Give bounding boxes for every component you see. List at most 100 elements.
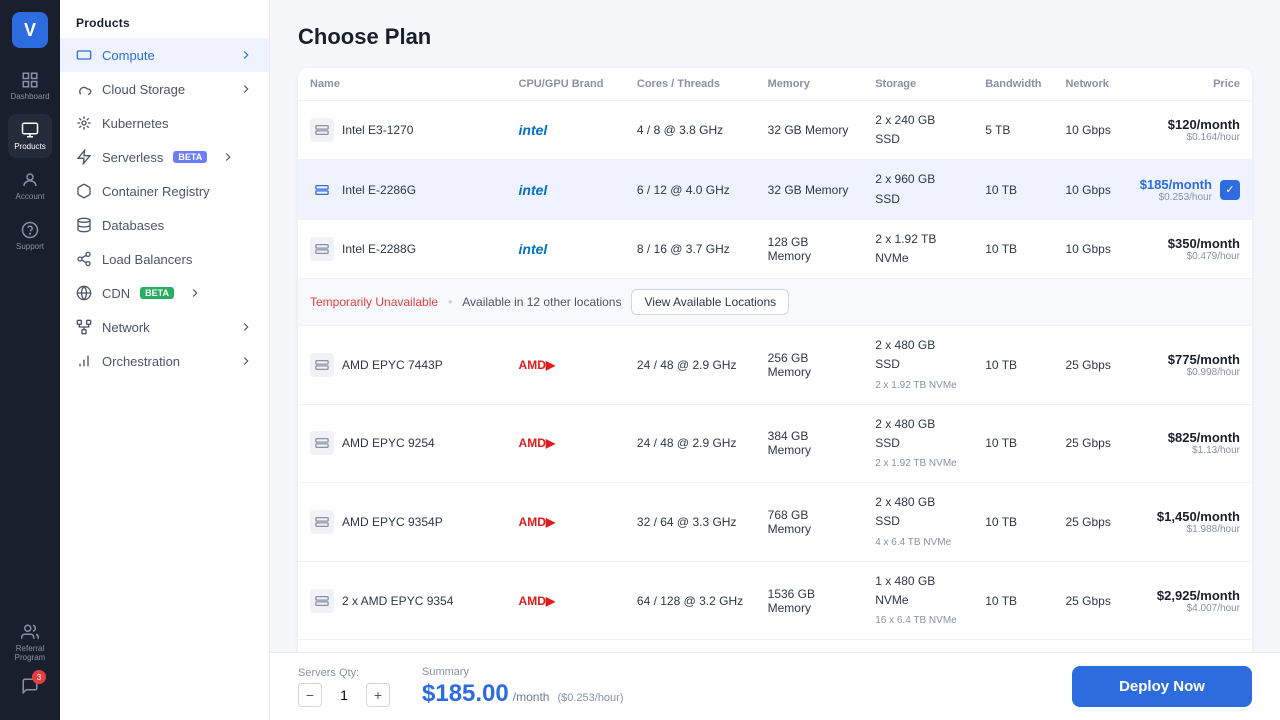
brand-logo: AMD▶ [519,358,556,372]
table-row[interactable]: AMD EPYC 9354P AMD▶ 32 / 64 @ 3.3 GHz 76… [298,483,1252,562]
price-cell: $350/month $0.479/hour [1128,219,1252,278]
sidebar-item-serverless[interactable]: Serverless BETA [60,140,269,174]
table-row[interactable]: Intel E-2288G intel 8 / 16 @ 3.7 GHz 128… [298,219,1252,278]
sidebar-item-cdn[interactable]: CDN BETA [60,276,269,310]
serverless-label: Serverless [102,150,163,165]
brand-logo: intel [519,122,548,138]
cdn-label: CDN [102,286,130,301]
nav-sidebar: Products Compute Cloud Storage Kubernete… [60,0,270,720]
memory-cell: 384 GB Memory [756,404,864,483]
brand-logo: intel [519,241,548,257]
cores-cell: 4 / 8 @ 3.8 GHz [625,101,756,160]
bandwidth-cell: 10 TB [973,219,1053,278]
sidebar-icon-products[interactable]: Products [8,114,52,158]
col-price: Price [1128,68,1252,101]
sidebar-item-databases[interactable]: Databases [60,208,269,242]
sidebar-item-container-registry[interactable]: Container Registry [60,174,269,208]
main-content: Choose Plan Name CPU/GPU Brand Cores / T… [270,0,1280,720]
sidebar-item-compute[interactable]: Compute [60,38,269,72]
sidebar-icon-chat[interactable]: 3 [8,664,52,708]
cdn-chevron [188,286,202,300]
col-brand: CPU/GPU Brand [507,68,625,101]
icon-sidebar: V Dashboard Products Account Support Ref… [0,0,60,720]
table-row[interactable]: 2 x AMD EPYC 9354 AMD▶ 64 / 128 @ 3.2 GH… [298,561,1252,640]
network-cell: 10 Gbps [1053,160,1127,219]
price-cell: $1,450/month $1.988/hour [1128,483,1252,562]
summary-label: Summary [422,666,624,678]
deploy-now-button[interactable]: Deploy Now [1072,666,1252,707]
cloud-storage-chevron [239,82,253,96]
col-network: Network [1053,68,1127,101]
table-row[interactable]: AMD EPYC 9254 AMD▶ 24 / 48 @ 2.9 GHz 384… [298,404,1252,483]
table-row[interactable]: Intel E3-1270 intel 4 / 8 @ 3.8 GHz 32 G… [298,101,1252,160]
chat-badge: 3 [32,670,46,684]
col-cores: Cores / Threads [625,68,756,101]
brand-logo: intel [519,182,548,198]
storage-cell: 2 x 480 GB SSD2 x 1.92 TB NVMe [863,404,973,483]
server-icon [310,353,334,377]
price-cell: $120/month $0.164/hour [1128,101,1252,160]
server-icon [310,510,334,534]
sidebar-item-orchestration[interactable]: Orchestration [60,344,269,378]
plan-name: AMD EPYC 9354P [342,515,443,529]
network-cell: 25 Gbps [1053,404,1127,483]
storage-cell: 2 x 960 GB SSD [863,160,973,219]
sidebar-icon-support[interactable]: Support [8,214,52,258]
servers-qty-label: Servers Qty: [298,667,390,679]
server-icon [310,237,334,261]
sidebar-item-cloud-storage[interactable]: Cloud Storage [60,72,269,106]
storage-cell: 2 x 240 GB SSD [863,101,973,160]
unavailable-row: Temporarily Unavailable • Available in 1… [298,279,1252,326]
storage-cell: 2 x 1.92 TB NVMe [863,219,973,278]
brand-logo: AMD▶ [519,594,556,608]
table-row[interactable]: AMD EPYC 7443P AMD▶ 24 / 48 @ 2.9 GHz 25… [298,326,1252,405]
bandwidth-cell: 5 TB [973,101,1053,160]
server-icon [310,589,334,613]
bandwidth-cell: 10 TB [973,561,1053,640]
network-cell: 25 Gbps [1053,561,1127,640]
brand-logo: AMD▶ [519,515,556,529]
sidebar-icon-referral[interactable]: Referral Program [8,620,52,664]
price-period: /month [513,690,550,704]
price-big: $185.00 [422,680,509,708]
servers-qty-section: Servers Qty: − 1 + [298,667,390,707]
cores-cell: 8 / 16 @ 3.7 GHz [625,219,756,278]
sidebar-icon-dashboard[interactable]: Dashboard [8,64,52,108]
price-display: $185.00 /month ($0.253/hour) [422,680,624,708]
table-row[interactable]: Intel E-2286G intel 6 / 12 @ 4.0 GHz 32 … [298,160,1252,219]
orchestration-label: Orchestration [102,354,180,369]
separator: • [448,295,452,309]
network-chevron [239,320,253,334]
sidebar-icon-account[interactable]: Account [8,164,52,208]
qty-increase-button[interactable]: + [366,683,390,707]
col-storage: Storage [863,68,973,101]
products-label: Products [14,142,46,151]
memory-cell: 128 GB Memory [756,219,864,278]
network-label: Network [102,320,150,335]
server-icon [310,431,334,455]
support-label: Support [16,242,44,251]
price-cell: $185/month $0.253/hour ✓ [1128,160,1252,219]
network-cell: 10 Gbps [1053,101,1127,160]
app-logo[interactable]: V [12,12,48,48]
sidebar-item-load-balancers[interactable]: Load Balancers [60,242,269,276]
sidebar-item-network[interactable]: Network [60,310,269,344]
cores-cell: 6 / 12 @ 4.0 GHz [625,160,756,219]
qty-value: 1 [334,687,354,703]
bandwidth-cell: 10 TB [973,483,1053,562]
cores-cell: 24 / 48 @ 2.9 GHz [625,326,756,405]
memory-cell: 1536 GB Memory [756,561,864,640]
view-locations-button[interactable]: View Available Locations [631,289,789,315]
bandwidth-cell: 10 TB [973,326,1053,405]
col-name: Name [298,68,507,101]
page-title: Choose Plan [298,24,1252,50]
sidebar-item-kubernetes[interactable]: Kubernetes [60,106,269,140]
sidebar-section-title: Products [60,0,269,38]
serverless-chevron [221,150,235,164]
dashboard-label: Dashboard [10,92,49,101]
memory-cell: 32 GB Memory [756,101,864,160]
selected-check-icon: ✓ [1220,180,1240,200]
referral-label: Referral Program [8,644,52,662]
plan-name: Intel E-2286G [342,183,416,197]
qty-decrease-button[interactable]: − [298,683,322,707]
